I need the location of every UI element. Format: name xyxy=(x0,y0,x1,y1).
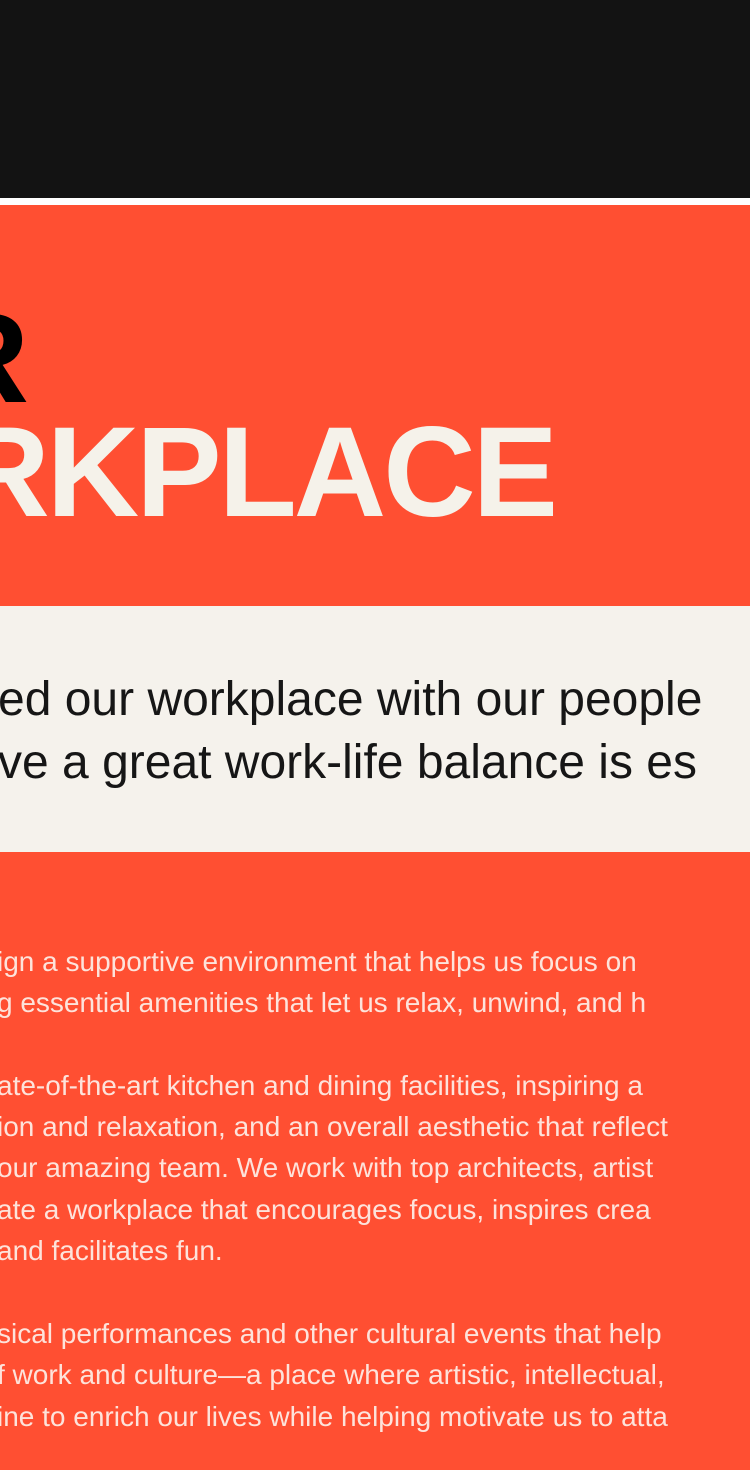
intro-text-line-2: ve a great work-life balance is es xyxy=(0,736,697,789)
section-divider xyxy=(0,198,750,205)
intro-text-line-1: ed our workplace with our people xyxy=(0,673,703,726)
body-paragraph-3-line-3: ine to enrich our lives while helping mo… xyxy=(0,1401,668,1432)
body-paragraph-3-line-2: f work and culture—a place where artisti… xyxy=(0,1359,665,1390)
body-paragraph-2-line-3: our amazing team. We work with top archi… xyxy=(0,1152,654,1183)
intro-section: ed our workplace with our people ve a gr… xyxy=(0,606,750,852)
body-paragraph-2-line-4: ate a workplace that encourages focus, i… xyxy=(0,1194,651,1225)
body-section: ign a supportive environment that helps … xyxy=(0,852,750,1470)
body-paragraph-2-line-5: and facilitates fun. xyxy=(0,1235,223,1266)
body-paragraph-1-line-1: ign a supportive environment that helps … xyxy=(0,946,637,977)
top-dark-band xyxy=(0,0,750,198)
body-paragraph-2-line-2: ion and relaxation, and an overall aesth… xyxy=(0,1111,668,1142)
hero-heading-line-2: RKPLACE xyxy=(0,401,558,544)
body-paragraph-2-line-1: ate-of-the-art kitchen and dining facili… xyxy=(0,1070,643,1101)
hero-section: R RKPLACE xyxy=(0,205,750,606)
body-paragraph-3-line-1: sical performances and other cultural ev… xyxy=(0,1318,662,1349)
body-paragraph-1-line-2: g essential amenities that let us relax,… xyxy=(0,987,647,1018)
